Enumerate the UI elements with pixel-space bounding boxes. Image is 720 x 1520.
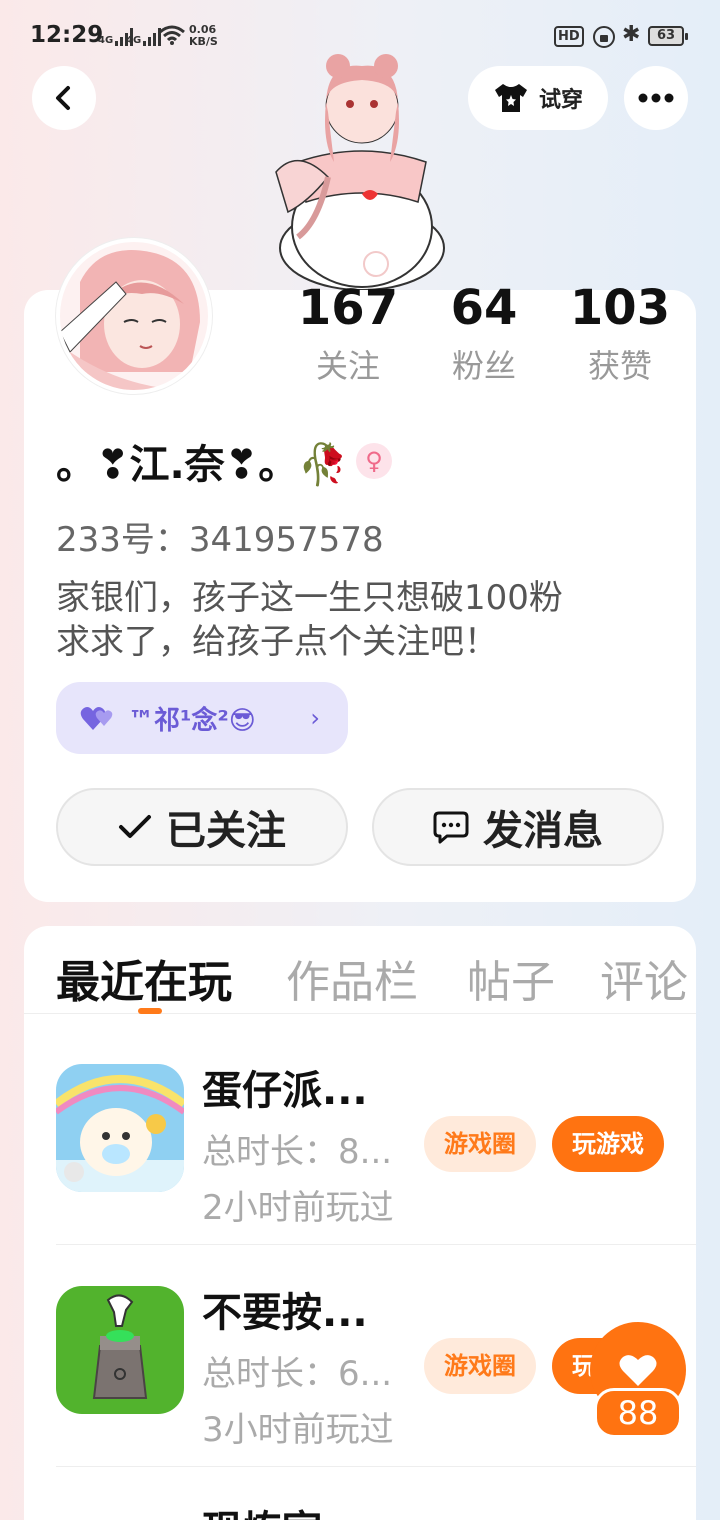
followed-label: 已关注 [166, 808, 286, 854]
avatar-figure[interactable] [268, 52, 456, 292]
eggy-party-icon [56, 1064, 184, 1192]
chat-bubble-icon [433, 811, 469, 844]
divider [56, 1244, 696, 1245]
chevron-right-icon: › [310, 704, 320, 732]
tab-bar: 最近在玩 作品栏 帖子 评论 [24, 926, 696, 1014]
game-circle-button[interactable]: 游戏圈 [424, 1116, 536, 1172]
message-label: 发消息 [483, 808, 603, 854]
nickname-row: 。❣江.奈❣。🥀 ♀ [56, 432, 393, 490]
game-last-played: 2小时前玩过 [202, 1188, 394, 1228]
game-name: 不要按... [202, 1290, 368, 1336]
game-name-partial: 现炼室 [202, 1498, 322, 1520]
heart-icon [619, 1355, 657, 1386]
following-label: 关注 [315, 347, 380, 385]
check-icon [119, 815, 151, 838]
wifi-icon [159, 25, 185, 45]
followed-button[interactable]: 已关注 [56, 788, 348, 866]
female-gender-icon: ♀ [356, 443, 393, 479]
bluetooth-icon: ✱ [622, 22, 641, 47]
dont-press-icon [56, 1286, 184, 1414]
play-game-button[interactable]: 玩游戏 [552, 1116, 664, 1172]
tab-comments[interactable]: 评论 [600, 946, 688, 1010]
tab-works[interactable]: 作品栏 [286, 946, 418, 1010]
game-name: 蛋仔派... [202, 1068, 368, 1114]
battery-icon: 63 [648, 26, 688, 46]
try-on-button[interactable]: 试穿 [468, 66, 608, 130]
followers-label: 粉丝 [451, 347, 516, 385]
bio-line-1: 家银们，孩子这一生只想破100粉 [56, 578, 563, 618]
back-button[interactable] [32, 66, 96, 130]
tab-indicator [138, 1008, 162, 1014]
status-time: 12:29 [30, 22, 104, 48]
chevron-left-icon [56, 86, 70, 110]
speed-unit: KB/S [189, 35, 218, 48]
following-stat[interactable]: 167 关注 [278, 278, 418, 388]
more-dots-icon [638, 93, 674, 103]
likes-stat[interactable]: 103 获赞 [550, 278, 690, 388]
signal-label-2: 4G [126, 35, 142, 46]
signal-icon-2: 4G [126, 24, 162, 46]
try-on-label: 试穿 [538, 88, 583, 113]
signal-label: 4G [98, 35, 114, 46]
followers-stat[interactable]: 64 粉丝 [414, 278, 554, 388]
tshirt-icon [494, 84, 527, 112]
divider [56, 1466, 696, 1467]
user-id: 233号：341957578 [56, 520, 384, 560]
like-count-badge: 88 [594, 1388, 682, 1438]
game-item-eggy-party[interactable]: 蛋仔派... 总时长：8... 2小时前玩过 游戏圈 玩游戏 [56, 1034, 696, 1256]
game-last-played: 3小时前玩过 [202, 1410, 394, 1450]
rotation-lock-icon [593, 26, 615, 48]
friend-tag[interactable]: ™祁¹念²😎 › [56, 682, 348, 754]
friend-tag-label: ™祁¹念²😎 [128, 705, 256, 736]
likes-count: 103 [569, 280, 671, 336]
tab-posts[interactable]: 帖子 [467, 946, 555, 1010]
message-button[interactable]: 发消息 [372, 788, 664, 866]
likes-label: 获赞 [587, 347, 652, 385]
double-heart-icon [80, 707, 113, 730]
bio-line-2: 求求了，给孩子点个关注吧！ [56, 622, 498, 662]
tab-recently-played[interactable]: 最近在玩 [56, 946, 232, 1010]
nickname: 。❣江.奈❣。🥀 [56, 442, 349, 488]
hd-icon: HD [554, 26, 584, 47]
game-duration: 总时长：8... [202, 1132, 393, 1172]
game-duration: 总时长：6... [202, 1354, 393, 1394]
avatar[interactable] [56, 238, 212, 394]
game-circle-button[interactable]: 游戏圈 [424, 1338, 536, 1394]
following-count: 167 [297, 280, 399, 336]
followers-count: 64 [450, 280, 518, 336]
content-card: 最近在玩 作品栏 帖子 评论 蛋仔派... 总时长：8... 2小时前玩过 游戏… [24, 926, 696, 1520]
bio: 家银们，孩子这一生只想破100粉 求求了，给孩子点个关注吧！ [56, 576, 656, 664]
network-speed: 0.06 KB/S [189, 24, 218, 48]
more-button[interactable] [624, 66, 688, 130]
